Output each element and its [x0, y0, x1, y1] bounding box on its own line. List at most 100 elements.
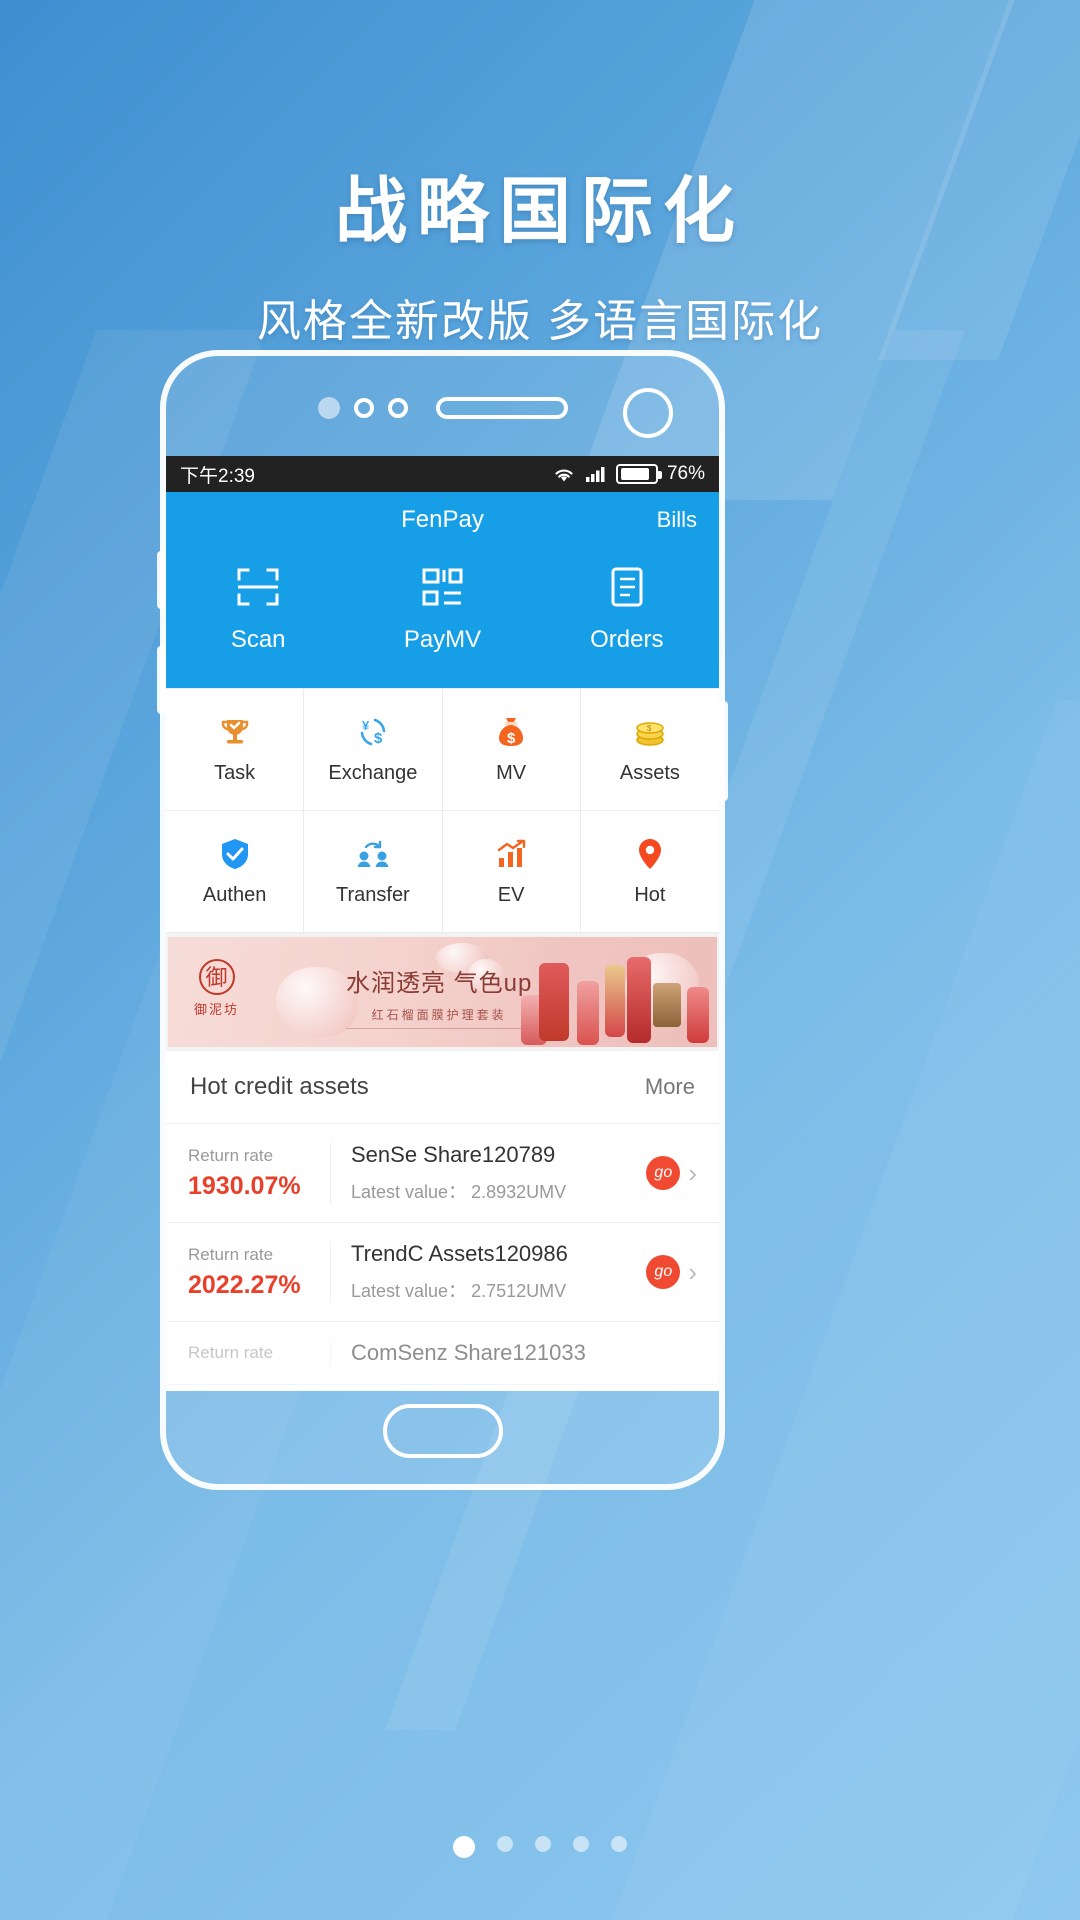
hot-assets-header: Hot credit assets More: [166, 1051, 719, 1124]
volume-down-button[interactable]: [157, 646, 166, 714]
product-image: [539, 963, 569, 1041]
scan-viewfinder-icon: [233, 562, 283, 612]
banner-brand-logo: 御 御泥坊: [194, 959, 239, 1018]
quick-action-label: PayMV: [403, 626, 482, 653]
pagination-dot[interactable]: [573, 1836, 589, 1852]
grid-item-ev[interactable]: EV: [442, 811, 581, 933]
grid-item-label: Hot: [634, 884, 666, 906]
quick-action-scan[interactable]: Scan: [166, 562, 350, 654]
bar-chart-up-icon: [493, 836, 529, 872]
svg-text:$: $: [374, 730, 383, 747]
banner-copy: 水润透亮 气色up 红石榴面膜护理套装: [346, 963, 533, 1029]
asset-rate-value: 1930.07%: [188, 1171, 301, 1200]
banner-headline: 水润透亮 气色up: [346, 970, 533, 997]
svg-text:$: $: [507, 730, 516, 747]
quick-actions-row: Scan PayMV Orders: [166, 548, 719, 680]
asset-rate-label: Return rate: [188, 1145, 274, 1165]
quick-action-label: Orders: [590, 626, 664, 653]
status-bar-time: 下午2:39: [180, 465, 255, 487]
grid-item-label: MV: [496, 762, 527, 784]
grid-item-label: Exchange: [328, 762, 418, 784]
grid-item-task[interactable]: Task: [166, 689, 305, 811]
banner-subline: 红石榴面膜护理套装: [346, 1006, 533, 1029]
sensor-icon: [387, 398, 408, 418]
earpiece-speaker: [435, 397, 568, 419]
home-button[interactable]: [382, 1404, 503, 1458]
go-badge-icon[interactable]: go: [646, 1255, 681, 1289]
go-badge-icon[interactable]: go: [646, 1156, 681, 1190]
hero-section: 战略国际化 风格全新改版 多语言国际化: [0, 0, 1080, 349]
trophy-icon: [217, 714, 253, 750]
svg-text:$: $: [647, 724, 652, 733]
asset-info-block: TrendC Assets120986 Latest value： 2.7512…: [330, 1241, 646, 1303]
chevron-right-icon: ›: [688, 1256, 697, 1287]
quick-action-paymv[interactable]: PayMV: [350, 562, 534, 654]
asset-name: TrendC Assets120986: [351, 1241, 568, 1266]
battery-icon: [615, 464, 662, 484]
volume-up-button[interactable]: [157, 551, 166, 609]
asset-info-block: SenSe Share120789 Latest value： 2.8932UM…: [330, 1142, 646, 1204]
qr-payment-icon: [417, 562, 467, 612]
proximity-sensor-icon: [317, 397, 340, 419]
grid-item-label: Assets: [619, 762, 680, 784]
asset-rate-block: Return rate 2022.27%: [188, 1245, 330, 1300]
brand-name: 御泥坊: [194, 1002, 240, 1017]
hero-title: 战略国际化: [334, 172, 745, 252]
pagination-dot[interactable]: [497, 1836, 513, 1852]
grid-item-authen[interactable]: Authen: [166, 811, 305, 933]
money-bag-icon: $: [493, 714, 529, 750]
quick-action-label: Scan: [230, 626, 286, 653]
wifi-icon: [552, 465, 576, 483]
pagination-dot[interactable]: [453, 1836, 475, 1858]
pagination-dot[interactable]: [611, 1836, 627, 1852]
carousel-pagination: [0, 1836, 1080, 1858]
chevron-right-icon: ›: [688, 1157, 697, 1188]
app-title: FenPay: [401, 506, 484, 533]
product-image: [687, 987, 709, 1043]
page-title: Hot credit assets: [190, 1073, 369, 1100]
quick-action-orders[interactable]: Orders: [535, 562, 719, 654]
asset-latest-value: Latest value： 2.7512UMV: [351, 1281, 567, 1301]
svg-text:¥: ¥: [362, 718, 370, 733]
product-image: [577, 981, 599, 1045]
power-button[interactable]: [719, 701, 728, 801]
transfer-people-icon: [355, 836, 391, 872]
shield-check-icon: [217, 836, 253, 872]
promo-banner[interactable]: 御 御泥坊 水润透亮 气色up 红石榴面膜护理套装: [166, 933, 719, 1051]
light-sensor-icon: [353, 398, 374, 418]
table-row[interactable]: Return rate ComSenz Share121033: [166, 1322, 719, 1385]
grid-item-label: Task: [214, 762, 256, 784]
grid-item-transfer[interactable]: Transfer: [304, 811, 443, 933]
grid-item-assets[interactable]: $ Assets: [580, 689, 719, 811]
table-row[interactable]: Return rate 2022.27% TrendC Assets120986…: [166, 1223, 719, 1322]
grid-item-label: Transfer: [336, 884, 410, 906]
grid-item-label: Authen: [202, 884, 267, 906]
product-image: [627, 957, 651, 1043]
more-link[interactable]: More: [645, 1074, 695, 1100]
status-bar: 下午2:39 76%: [166, 456, 719, 492]
grid-item-hot[interactable]: Hot: [580, 811, 719, 933]
asset-latest-value: Latest value： 2.8932UMV: [351, 1182, 567, 1202]
table-row[interactable]: Return rate 1930.07% SenSe Share120789 L…: [166, 1124, 719, 1223]
asset-rate-block: Return rate: [188, 1343, 330, 1363]
phone-screen: 下午2:39 76% FenPay Bills Scan PayMV Order…: [166, 456, 719, 1391]
location-pin-icon: [632, 836, 668, 872]
asset-rate-value: 2022.27%: [188, 1270, 301, 1299]
product-image: [653, 983, 681, 1027]
asset-rate-label: Return rate: [188, 1244, 274, 1264]
brand-mark-icon: 御: [198, 959, 235, 995]
feature-grid: Task ¥ $ Exchange $ MV $ Assets Authen T…: [166, 688, 719, 933]
asset-rate-label: Return rate: [188, 1343, 274, 1362]
cellular-signal-icon: [585, 465, 607, 483]
app-header: FenPay Bills Scan PayMV Orders: [166, 492, 719, 688]
asset-name: ComSenz Share121033: [351, 1340, 586, 1365]
battery-percent: 76%: [666, 463, 705, 484]
pagination-dot[interactable]: [535, 1836, 551, 1852]
grid-item-label: EV: [497, 884, 525, 906]
asset-name: SenSe Share120789: [351, 1142, 556, 1167]
grid-item-exchange[interactable]: ¥ $ Exchange: [304, 689, 443, 811]
hero-subtitle: 风格全新改版 多语言国际化: [256, 297, 824, 346]
grid-item-mv[interactable]: $ MV: [442, 689, 581, 811]
asset-rate-block: Return rate 1930.07%: [188, 1146, 330, 1201]
bills-link[interactable]: Bills: [657, 507, 697, 533]
